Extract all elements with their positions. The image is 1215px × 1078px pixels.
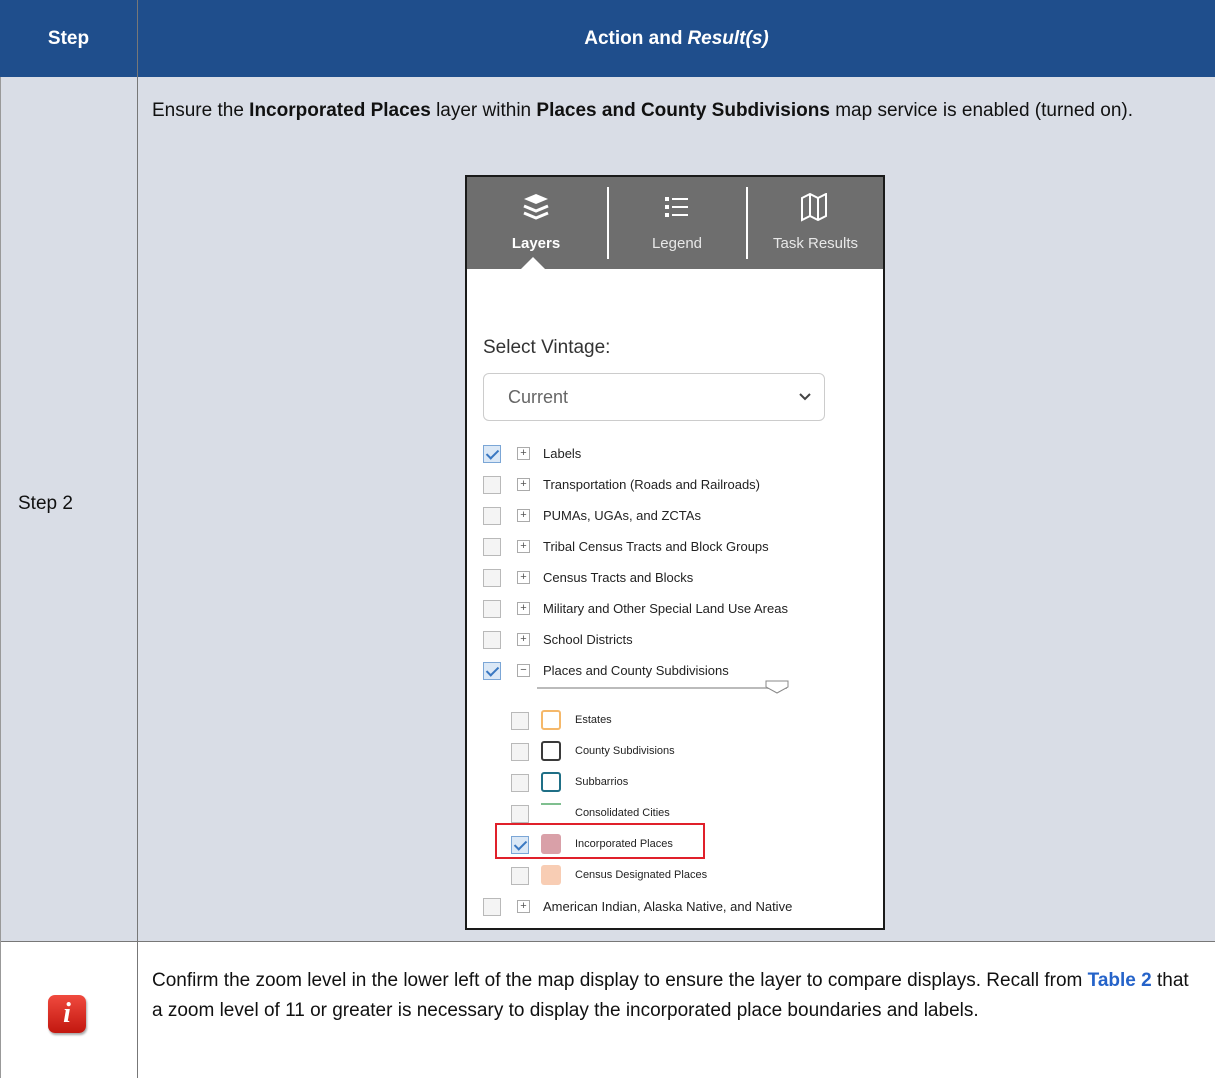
layer-checkbox[interactable] [483, 445, 501, 463]
layer-checkbox[interactable] [483, 476, 501, 494]
tab-layers[interactable]: Layers [467, 177, 605, 269]
table-2-link[interactable]: Table 2 [1088, 970, 1152, 991]
green-line-swatch [541, 803, 561, 805]
sublayer-checkbox[interactable] [511, 712, 529, 730]
list-icon [665, 197, 688, 217]
expand-icon[interactable]: + [517, 478, 530, 491]
slider-thumb[interactable] [765, 680, 789, 694]
tab-layers-label: Layers [511, 235, 561, 252]
layer-checkbox[interactable] [483, 898, 501, 916]
sublayer-checkbox[interactable] [511, 743, 529, 761]
active-tab-caret [521, 257, 545, 269]
tab-task-results-label: Task Results [772, 235, 859, 252]
step-instruction: Ensure the Incorporated Places layer wit… [152, 100, 1134, 121]
opacity-slider-track[interactable] [537, 687, 787, 689]
highlight-box [495, 823, 705, 859]
expand-icon[interactable]: + [517, 633, 530, 646]
step-label: Step 2 [18, 493, 73, 514]
layers-panel-screenshot: Layers Legend Task Results Select Vintag… [465, 175, 885, 930]
tab-task-results[interactable]: Task Results [748, 177, 883, 269]
sublayer-checkbox[interactable] [511, 774, 529, 792]
row-divider [0, 941, 1215, 942]
note-text: Confirm the zoom level in the lower left… [152, 970, 1189, 1021]
orange-outline-swatch [541, 710, 561, 730]
layer-checkbox[interactable] [483, 569, 501, 587]
vintage-value: Current [508, 387, 569, 407]
info-icon: i [48, 995, 86, 1033]
expand-icon[interactable]: + [517, 509, 530, 522]
sublayer-checkbox[interactable] [511, 867, 529, 885]
table-border-left [0, 77, 1, 1078]
map-icon [801, 193, 827, 222]
instruction-table: Step Action and Result(s) Step 2 Ensure … [0, 0, 1215, 1078]
layer-checkbox[interactable] [483, 662, 501, 680]
header-step: Step [0, 0, 137, 77]
tab-legend-label: Legend [651, 235, 703, 252]
vintage-select[interactable]: Current [483, 373, 825, 421]
collapse-icon[interactable]: − [517, 664, 530, 677]
column-divider [137, 0, 138, 1078]
teal-outline-swatch [541, 772, 561, 792]
expand-icon[interactable]: + [517, 602, 530, 615]
sublayer-checkbox[interactable] [511, 805, 529, 823]
layer-checkbox[interactable] [483, 507, 501, 525]
expand-icon[interactable]: + [517, 540, 530, 553]
vintage-label: Select Vintage: [483, 337, 611, 358]
dark-outline-swatch [541, 741, 561, 761]
expand-icon[interactable]: + [517, 900, 530, 913]
tab-legend[interactable]: Legend [609, 177, 745, 269]
layer-checkbox[interactable] [483, 600, 501, 618]
layer-checkbox[interactable] [483, 538, 501, 556]
panel-tab-bar: Layers Legend Task Results [467, 177, 883, 269]
expand-icon[interactable]: + [517, 447, 530, 460]
expand-icon[interactable]: + [517, 571, 530, 584]
header-action: Action and Result(s) [138, 0, 1215, 77]
peach-fill-swatch [541, 865, 561, 885]
layer-checkbox[interactable] [483, 631, 501, 649]
chevron-down-icon [799, 393, 811, 401]
layers-icon [523, 194, 549, 220]
